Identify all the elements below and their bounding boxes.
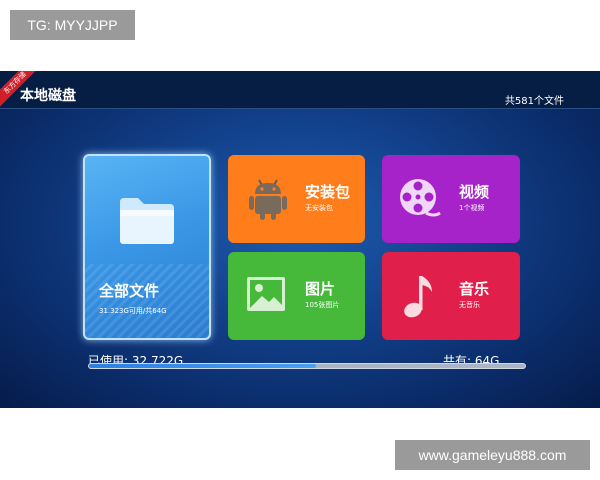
pictures-sub: 105张图片 (305, 301, 340, 309)
video-sub: 1个视频 (459, 204, 485, 212)
music-note-icon (404, 276, 432, 318)
video-label: 视频 (459, 183, 490, 201)
pictures-label: 图片 (305, 280, 336, 298)
music-sub: 无音乐 (459, 301, 480, 309)
all-files-tile[interactable]: 全部文件 31.323G可用/共64G (83, 154, 211, 340)
film-reel-icon (400, 179, 441, 217)
apk-tile[interactable]: 安装包 无安装包 (228, 155, 365, 243)
storage-progress-bar (88, 363, 526, 369)
image-icon (247, 277, 285, 311)
watermark-bottom: www.gameleyu888.com (395, 440, 590, 470)
video-tile[interactable]: 视频 1个视频 (382, 155, 520, 243)
file-count: 共581个文件 (504, 96, 564, 107)
top-bar: 东方存储 本地磁盘 共581个文件 (0, 71, 600, 109)
page-title: 本地磁盘 (20, 88, 76, 104)
all-files-sub: 31.323G可用/共64G (99, 307, 167, 315)
tv-screen: 东方存储 本地磁盘 共581个文件 全部文件 31.323G可用/共64G 安装… (0, 71, 600, 408)
pictures-tile[interactable]: 图片 105张图片 (228, 252, 365, 340)
all-files-label: 全部文件 (99, 282, 160, 300)
tile-stripe (85, 264, 209, 338)
page: TG: MYYJJPP 东方存储 本地磁盘 共581个文件 全部文件 31.32… (0, 0, 600, 480)
folder-icon (120, 198, 174, 244)
music-label: 音乐 (459, 280, 490, 298)
android-icon (249, 179, 287, 220)
watermark-top: TG: MYYJJPP (10, 10, 135, 40)
apk-label: 安装包 (305, 183, 351, 201)
apk-sub: 无安装包 (305, 204, 333, 212)
music-tile[interactable]: 音乐 无音乐 (382, 252, 520, 340)
storage-progress-fill (89, 364, 316, 368)
